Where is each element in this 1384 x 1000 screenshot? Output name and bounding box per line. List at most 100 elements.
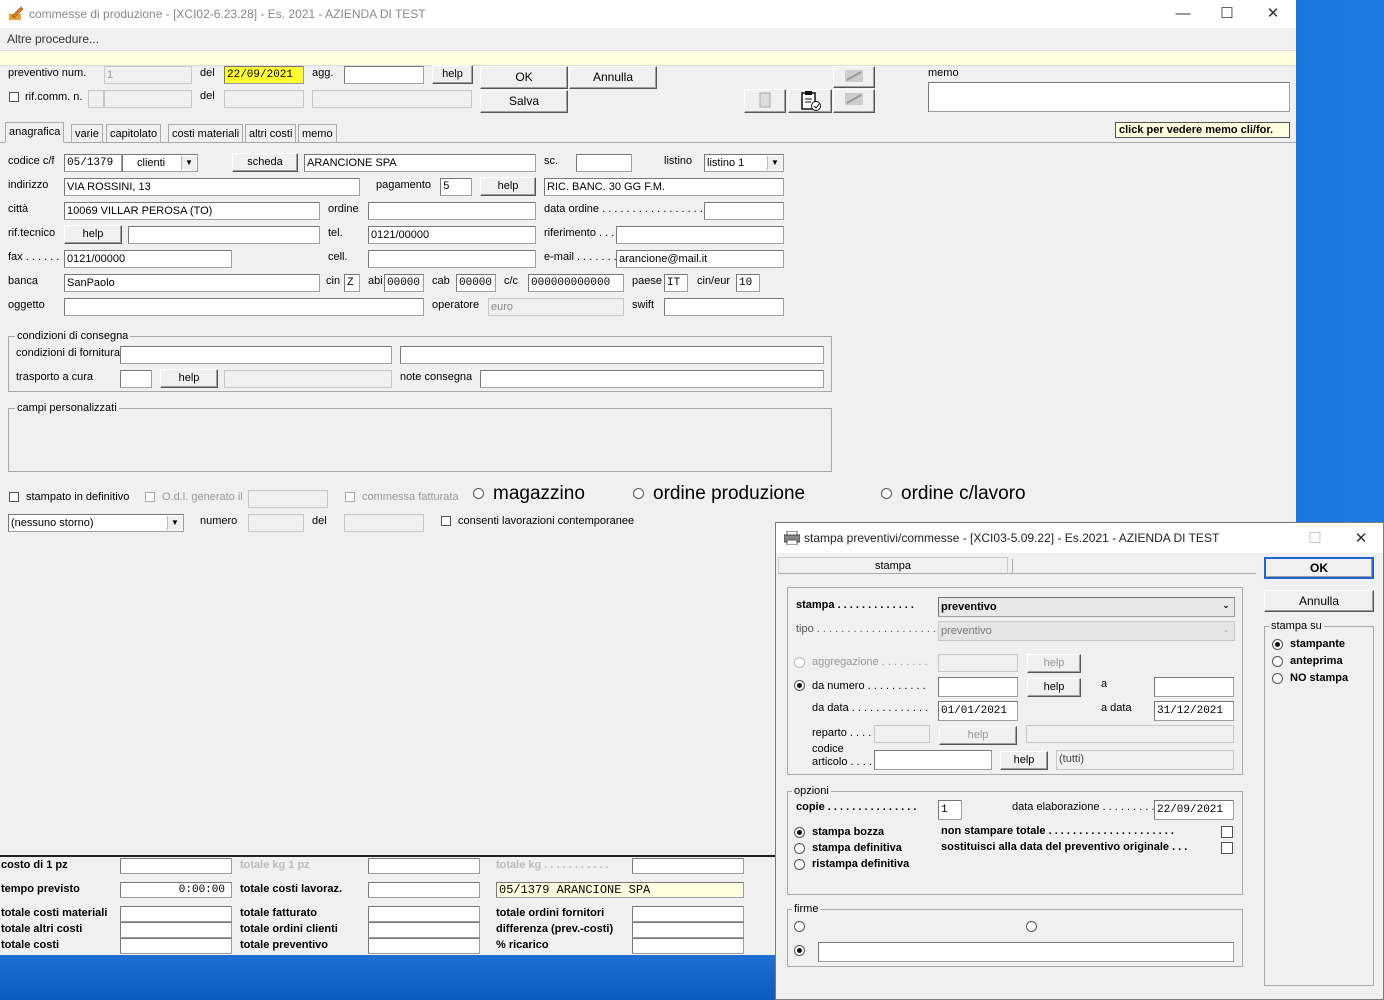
- tab-altri-costi[interactable]: altri costi: [245, 124, 297, 142]
- aggregazione-field[interactable]: [938, 654, 1018, 672]
- dialog-maximize-button[interactable]: ☐: [1295, 527, 1335, 551]
- ok-button[interactable]: OK: [480, 66, 568, 89]
- dialog-close-button[interactable]: ✕: [1341, 527, 1381, 551]
- disabled-tool2-icon[interactable]: [833, 89, 875, 113]
- da-numero-radio[interactable]: [794, 680, 805, 691]
- totale-altri-costi-field[interactable]: [120, 922, 232, 938]
- data-ordine-field[interactable]: [704, 202, 784, 220]
- anteprima-radio[interactable]: [1272, 656, 1283, 667]
- ragione-sociale-field[interactable]: ARANCIONE SPA: [304, 154, 536, 172]
- cell-field[interactable]: [368, 250, 536, 268]
- articolo-field[interactable]: [874, 750, 992, 770]
- differenza-field[interactable]: [632, 922, 744, 938]
- scheda-button[interactable]: scheda: [232, 153, 298, 172]
- no-stampa-radio[interactable]: [1272, 673, 1283, 684]
- stampa-definitiva-radio[interactable]: [794, 843, 805, 854]
- rif-tecnico-field[interactable]: [128, 226, 320, 244]
- totale-kg-field[interactable]: [632, 858, 744, 874]
- codice-field[interactable]: 05/1379: [64, 154, 122, 172]
- reparto-field[interactable]: [874, 725, 930, 743]
- fax-field[interactable]: 0121/00000: [64, 250, 232, 268]
- document-icon[interactable]: [744, 89, 786, 113]
- odl-date-field[interactable]: [248, 490, 328, 508]
- fornitura-code-field[interactable]: [120, 346, 392, 364]
- non-stampare-totale-checkbox[interactable]: [1221, 826, 1233, 838]
- rif-comm-prefix-field[interactable]: [88, 90, 104, 108]
- tab-anagrafica[interactable]: anagrafica: [5, 122, 65, 143]
- cc-field[interactable]: 000000000000: [528, 274, 624, 292]
- reparto-help-button[interactable]: help: [939, 726, 1017, 745]
- articolo-desc-field[interactable]: (tutti): [1056, 750, 1234, 770]
- da-data-field[interactable]: 01/01/2021: [938, 701, 1018, 721]
- tab-varie[interactable]: varie: [71, 124, 103, 142]
- pagamento-code-field[interactable]: 5: [440, 178, 472, 196]
- annulla-button[interactable]: Annulla: [569, 66, 657, 89]
- da-numero-help-button[interactable]: help: [1027, 678, 1081, 697]
- a-numero-field[interactable]: [1154, 677, 1234, 697]
- costo-1pz-field[interactable]: [120, 858, 232, 874]
- articolo-help-button[interactable]: help: [1000, 751, 1048, 770]
- del2-field[interactable]: [224, 90, 304, 108]
- tab-memo[interactable]: memo: [298, 124, 337, 142]
- del-date-field[interactable]: 22/09/2021: [224, 66, 304, 84]
- memo-field[interactable]: [928, 82, 1290, 112]
- ristampa-definitiva-radio[interactable]: [794, 859, 805, 870]
- tab-costi-materiali[interactable]: costi materiali: [168, 124, 244, 142]
- disabled-tool-icon[interactable]: [833, 66, 875, 88]
- salva-button[interactable]: Salva: [480, 90, 568, 113]
- totale-fatturato-field[interactable]: [368, 906, 480, 922]
- agg-field[interactable]: [344, 66, 424, 84]
- clipboard-check-icon[interactable]: [788, 89, 832, 113]
- cab-field[interactable]: 00000: [456, 274, 496, 292]
- operatore-field[interactable]: euro: [488, 298, 624, 316]
- tipo-select[interactable]: preventivo ⌄: [938, 621, 1235, 641]
- totale-preventivo-field[interactable]: [368, 938, 480, 954]
- dialog-ok-button[interactable]: OK: [1264, 557, 1374, 579]
- odl-checkbox[interactable]: [145, 492, 155, 502]
- storno-select[interactable]: (nessuno storno) ▼: [8, 514, 184, 532]
- paese-field[interactable]: IT: [664, 274, 688, 292]
- stampa-bozza-radio[interactable]: [794, 827, 805, 838]
- close-button[interactable]: ✕: [1253, 2, 1293, 26]
- email-field[interactable]: arancione@mail.it: [616, 250, 784, 268]
- da-numero-field[interactable]: [938, 677, 1018, 697]
- ricarico-field[interactable]: [632, 938, 744, 954]
- listino-select[interactable]: listino 1 ▼: [704, 154, 784, 172]
- rif-tecnico-help-button[interactable]: help: [64, 225, 122, 244]
- stampante-radio[interactable]: [1272, 639, 1283, 650]
- trasporto-desc-field[interactable]: [224, 370, 392, 388]
- abi-field[interactable]: 00000: [384, 274, 424, 292]
- data-elab-field[interactable]: 22/09/2021: [1154, 800, 1234, 820]
- cin-field[interactable]: Z: [344, 274, 360, 292]
- aggregazione-radio[interactable]: [794, 657, 805, 668]
- help-button[interactable]: help: [432, 65, 473, 84]
- ordine-field[interactable]: [368, 202, 536, 220]
- numero-field[interactable]: [248, 514, 304, 532]
- copie-field[interactable]: 1: [938, 800, 962, 820]
- pagamento-desc-field[interactable]: RIC. BANC. 30 GG F.M.: [544, 178, 784, 196]
- cliente-summary-field[interactable]: 05/1379 ARANCIONE SPA: [496, 882, 744, 898]
- oggetto-field[interactable]: [64, 298, 424, 316]
- storno-del-field[interactable]: [344, 514, 424, 532]
- memo-hint[interactable]: click per vedere memo cli/for.: [1115, 122, 1290, 138]
- note-consegna-field[interactable]: [480, 370, 824, 388]
- trasporto-help-button[interactable]: help: [160, 369, 218, 388]
- magazzino-radio[interactable]: [473, 488, 484, 499]
- tel-field[interactable]: 0121/00000: [368, 226, 536, 244]
- menu-altre-procedure[interactable]: Altre procedure...: [7, 32, 99, 46]
- pagamento-help-button[interactable]: help: [480, 177, 536, 196]
- tab-stampa[interactable]: stampa: [778, 557, 1008, 573]
- reparto-desc-field[interactable]: [1026, 725, 1234, 743]
- totale-costi-materiali-field[interactable]: [120, 906, 232, 922]
- totale-costi-field[interactable]: [120, 938, 232, 954]
- ordine-produzione-radio[interactable]: [633, 488, 644, 499]
- tab-capitolato[interactable]: capitolato: [106, 124, 162, 142]
- totale-costi-lavoraz-field[interactable]: [368, 882, 480, 898]
- trasporto-field[interactable]: [120, 370, 152, 388]
- tempo-previsto-field[interactable]: 0:00:00: [120, 882, 232, 898]
- stampato-checkbox[interactable]: [9, 492, 19, 502]
- rif-comm-field[interactable]: [104, 90, 192, 108]
- rif-comm-desc-field[interactable]: [312, 90, 472, 108]
- dialog-annulla-button[interactable]: Annulla: [1264, 590, 1374, 612]
- totale-ordini-fornitori-field[interactable]: [632, 906, 744, 922]
